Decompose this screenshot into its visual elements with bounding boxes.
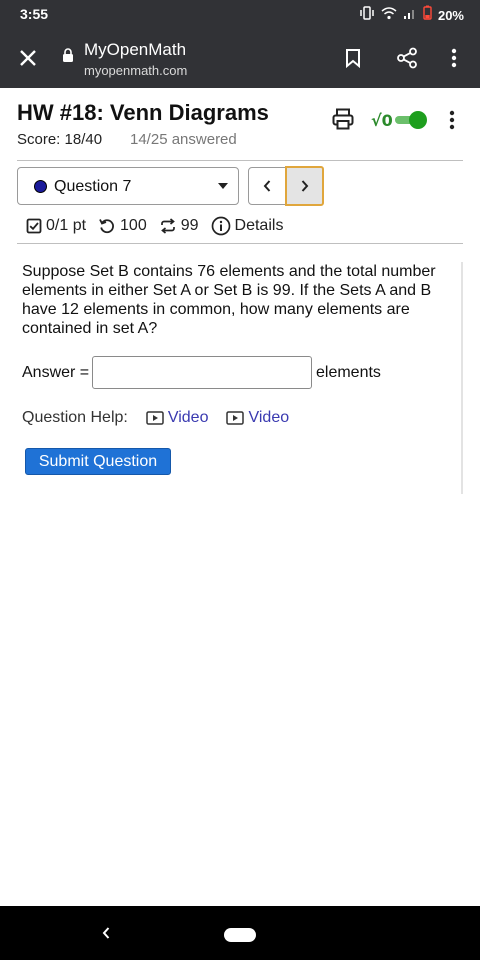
close-tab-button[interactable] xyxy=(14,44,42,72)
back-icon xyxy=(102,927,110,939)
vibrate-icon xyxy=(359,5,375,25)
page-title: HW #18: Venn Diagrams xyxy=(17,100,269,125)
signal-icon xyxy=(403,6,417,25)
page-menu-button[interactable] xyxy=(442,108,462,132)
retry-icon xyxy=(99,219,114,234)
video-link-2[interactable]: Video xyxy=(226,409,289,427)
question-meta: 0/1 pt 100 99 Details xyxy=(26,216,295,236)
bookmark-icon xyxy=(346,49,360,68)
browser-menu-button[interactable] xyxy=(442,44,466,72)
math-entry-toggle[interactable]: √0 xyxy=(371,108,427,132)
browser-toolbar: MyOpenMath myopenmath.com xyxy=(0,28,480,88)
toggle-switch xyxy=(394,111,427,129)
answer-input[interactable] xyxy=(92,356,312,389)
close-icon xyxy=(20,50,36,66)
points-info: 0/1 pt xyxy=(26,217,86,235)
status-icons: 20% xyxy=(359,5,464,25)
details-button[interactable]: Details xyxy=(211,216,284,236)
repeat-icon xyxy=(160,218,175,234)
video-icon xyxy=(146,411,164,425)
retries-info: 100 xyxy=(98,217,147,235)
more-vert-icon xyxy=(449,110,455,130)
video-link-1[interactable]: Video xyxy=(146,409,209,427)
question-help-label: Question Help: xyxy=(22,409,128,426)
site-title: MyOpenMath xyxy=(84,40,187,59)
answer-units: elements xyxy=(316,364,381,381)
content-scroll-edge xyxy=(461,262,463,494)
details-label: Details xyxy=(234,217,284,234)
points-text: 0/1 pt xyxy=(46,217,87,234)
battery-percent: 20% xyxy=(437,7,464,23)
submit-question-button[interactable]: Submit Question xyxy=(25,448,171,475)
question-select-label: Question 7 xyxy=(54,178,132,195)
question-text: Suppose Set B contains 76 elements and t… xyxy=(22,263,436,337)
video-link-label: Video xyxy=(248,409,290,426)
lock-icon xyxy=(62,48,74,68)
more-vert-icon xyxy=(451,48,457,68)
attempts-info: 99 xyxy=(159,217,199,235)
meta-divider xyxy=(17,243,463,244)
status-time: 3:55 xyxy=(20,6,49,22)
checkbox-icon xyxy=(26,218,42,234)
print-button[interactable] xyxy=(331,107,355,131)
caret-down-icon xyxy=(218,183,228,189)
chevron-left-icon xyxy=(263,180,271,192)
sqrt-label: √0 xyxy=(371,110,393,130)
attempts-text: 99 xyxy=(180,217,199,234)
info-icon xyxy=(211,216,230,236)
prev-question-button[interactable] xyxy=(248,167,286,205)
system-home-pill[interactable] xyxy=(224,928,256,942)
score-text: Score: 18/40 xyxy=(17,131,103,148)
system-nav-bar xyxy=(0,906,480,960)
answer-label: Answer = xyxy=(22,364,90,381)
video-icon xyxy=(226,411,245,425)
share-icon xyxy=(397,47,417,69)
system-back-button[interactable] xyxy=(96,923,116,943)
next-question-button[interactable] xyxy=(285,166,324,206)
wifi-icon xyxy=(381,6,397,25)
toggle-knob xyxy=(408,111,427,129)
header-divider xyxy=(17,160,463,161)
question-select[interactable]: Question 7 xyxy=(17,167,239,205)
printer-icon xyxy=(332,108,354,130)
share-button[interactable] xyxy=(394,44,420,72)
video-link-label: Video xyxy=(167,409,209,426)
battery-icon xyxy=(423,5,432,25)
question-status-dot xyxy=(34,180,47,193)
retries-text: 100 xyxy=(120,217,147,234)
question-help: Question Help: Video Video xyxy=(22,409,307,427)
site-url: myopenmath.com xyxy=(84,63,188,78)
bookmark-button[interactable] xyxy=(340,44,366,72)
answered-count: 14/25 answered xyxy=(130,131,237,148)
chevron-right-icon xyxy=(301,180,308,192)
status-bar: 3:55 20% xyxy=(0,0,480,28)
